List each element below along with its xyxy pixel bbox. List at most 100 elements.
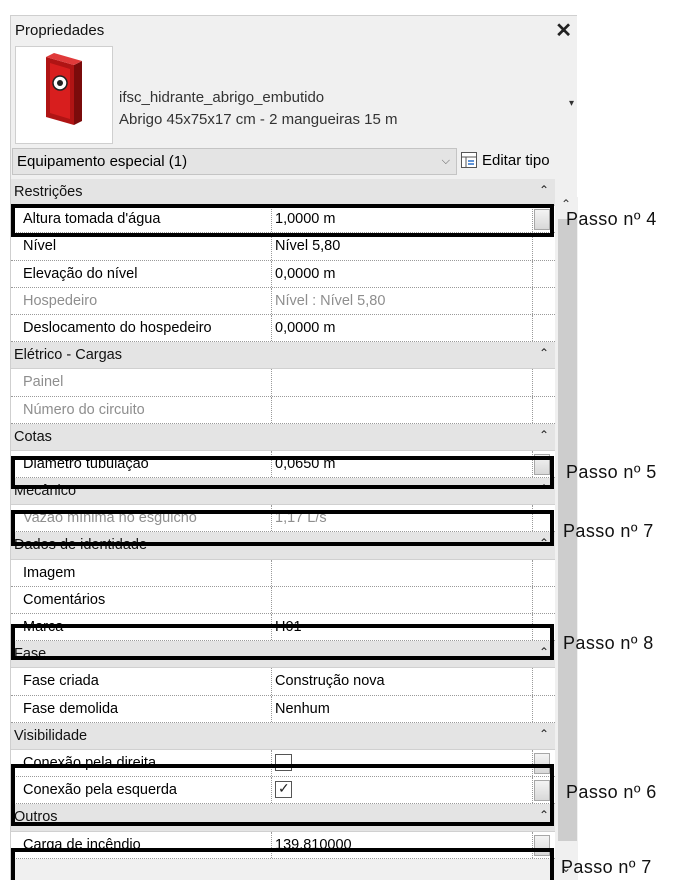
property-name: Deslocamento do hospedeiro	[11, 314, 272, 342]
collapse-caret-icon[interactable]: ⌃	[539, 808, 549, 822]
checkbox-checked[interactable]: ✓	[275, 780, 292, 799]
edit-type-label: Editar tipo	[482, 152, 550, 169]
property-name: Fase demolida	[11, 695, 272, 722]
step-label-vazao: Passo nº 7	[563, 521, 654, 541]
group-header[interactable]: Outros ⌃	[11, 804, 555, 832]
property-value[interactable]: Nenhum	[273, 695, 533, 722]
property-value[interactable]: 0,0650 m	[273, 450, 533, 478]
property-value[interactable]	[273, 586, 533, 613]
parameter-association-button[interactable]	[534, 752, 550, 774]
property-row[interactable]: Painel	[11, 369, 555, 397]
property-row[interactable]: Deslocamento do hospedeiro 0,0000 m	[11, 314, 555, 343]
property-name: Conexão pela direita	[11, 749, 272, 777]
close-icon[interactable]: ✕	[555, 18, 572, 43]
property-value[interactable]: 1,17 L/s	[273, 505, 533, 532]
parameter-association-button	[534, 236, 550, 257]
step-label-altura: Passo nº 4	[566, 209, 657, 229]
group-header[interactable]: Restrições ⌃	[11, 179, 555, 207]
parameter-association-button	[534, 563, 550, 584]
property-name: Comentários	[11, 586, 272, 613]
group-title: Visibilidade	[14, 727, 88, 744]
group-header[interactable]: Dados de identidade ⌃	[11, 532, 555, 560]
property-name: Marca	[11, 614, 272, 641]
property-name: Fase criada	[11, 668, 272, 695]
property-value[interactable]	[273, 396, 533, 423]
checkbox-unchecked[interactable]	[275, 753, 292, 771]
property-value[interactable]: 0,0000 m	[273, 260, 533, 287]
parameter-association-button	[534, 671, 550, 692]
parameter-association-button	[534, 617, 550, 638]
property-row[interactable]: Comentários	[11, 586, 555, 614]
type-dropdown-icon[interactable]: ▾	[569, 98, 574, 109]
group-header[interactable]: Visibilidade ⌃	[11, 722, 555, 750]
instance-filter-label: Equipamento especial (1)	[17, 153, 188, 170]
properties-grid: Restrições ⌃ Altura tomada d'água 1,0000 mN…	[11, 179, 555, 859]
property-name: Painel	[11, 369, 272, 396]
property-value[interactable]: H01	[273, 614, 533, 641]
property-value[interactable]: 139,810000	[273, 831, 533, 858]
group-header[interactable]: Cotas ⌃	[11, 423, 555, 451]
property-row[interactable]: Número do circuito	[11, 396, 555, 424]
property-checkbox[interactable]	[273, 749, 533, 777]
panel-title: Propriedades	[15, 22, 105, 39]
property-row[interactable]: Nível Nível 5,80	[11, 233, 555, 261]
group-header[interactable]: Elétrico - Cargas ⌃	[11, 342, 555, 370]
collapse-caret-icon[interactable]: ⌃	[539, 183, 549, 197]
step-label-visibilidade: Passo nº 6	[566, 782, 657, 802]
property-row[interactable]: Marca H01	[11, 614, 555, 642]
property-name: Elevação do nível	[11, 260, 272, 287]
collapse-caret-icon[interactable]: ⌃	[539, 727, 549, 741]
property-name: Nível	[11, 233, 272, 260]
property-row[interactable]: Conexão pela direita	[11, 749, 555, 778]
chevron-down-icon: ⌵	[441, 155, 450, 167]
parameter-association-button	[534, 318, 550, 339]
property-row[interactable]: Hospedeiro Nível : Nível 5,80	[11, 287, 555, 315]
edit-type-button[interactable]: Editar tipo	[460, 150, 576, 174]
group-title: Restrições	[14, 184, 83, 200]
property-value[interactable]	[273, 559, 533, 586]
group-title: Elétrico - Cargas	[14, 347, 122, 364]
property-row[interactable]: Fase criada Construção nova	[11, 668, 555, 696]
property-row[interactable]: Carga de incêndio 139,810000	[11, 831, 555, 859]
parameter-association-button[interactable]	[534, 453, 550, 475]
parameter-association-button[interactable]	[534, 780, 550, 802]
property-row[interactable]: Elevação do nível 0,0000 m	[11, 260, 555, 288]
parameter-association-button	[534, 508, 550, 529]
collapse-caret-icon[interactable]: ⌃	[539, 428, 549, 442]
property-name: Diâmetro tubulação	[11, 450, 272, 478]
parameter-association-button[interactable]	[534, 834, 550, 856]
property-name: Hospedeiro	[11, 287, 272, 314]
property-row[interactable]: Conexão pela esquerda ✓	[11, 777, 555, 805]
family-type-selector[interactable]: ifsc_hidrante_abrigo_embutido Abrigo 45x…	[11, 44, 578, 148]
property-row[interactable]: Vazão mínima no esguicho 1,17 L/s	[11, 505, 555, 533]
edit-type-icon	[461, 152, 477, 168]
collapse-caret-icon[interactable]: ⌃	[539, 536, 549, 550]
group-header[interactable]: Mecânico ⌃	[11, 478, 555, 506]
collapse-caret-icon[interactable]: ⌃	[539, 346, 549, 360]
property-row[interactable]: Fase demolida Nenhum	[11, 695, 555, 723]
property-value[interactable]: Nível : Nível 5,80	[273, 287, 533, 314]
group-header[interactable]: Fase ⌃	[11, 641, 555, 669]
collapse-caret-icon[interactable]: ⌃	[539, 482, 549, 496]
collapse-caret-icon[interactable]: ⌃	[539, 645, 549, 659]
property-value[interactable]: 0,0000 m	[273, 314, 533, 342]
parameter-association-button	[534, 372, 550, 393]
property-checkbox[interactable]: ✓	[273, 777, 533, 804]
property-row[interactable]: Altura tomada d'água 1,0000 m	[11, 206, 555, 234]
property-name: Conexão pela esquerda	[11, 777, 272, 804]
property-value[interactable]: Nível 5,80	[273, 233, 533, 260]
property-value[interactable]: 1,0000 m	[273, 206, 533, 233]
instance-filter-dropdown[interactable]: Equipamento especial (1) ⌵	[12, 148, 457, 175]
group-title: Fase	[14, 646, 47, 663]
step-label-diametro: Passo nº 5	[566, 462, 657, 482]
property-row[interactable]: Diâmetro tubulação 0,0650 m	[11, 450, 555, 479]
group-title: Dados de identidade	[14, 537, 148, 554]
parameter-association-button[interactable]	[534, 209, 550, 231]
property-name: Imagem	[11, 559, 272, 586]
property-value[interactable]	[273, 369, 533, 396]
check-icon: ✓	[278, 780, 290, 797]
property-row[interactable]: Imagem	[11, 559, 555, 587]
family-name: ifsc_hidrante_abrigo_embutido	[119, 89, 325, 106]
property-value[interactable]: Construção nova	[273, 668, 533, 695]
hydrant-cabinet-icon	[46, 53, 82, 125]
